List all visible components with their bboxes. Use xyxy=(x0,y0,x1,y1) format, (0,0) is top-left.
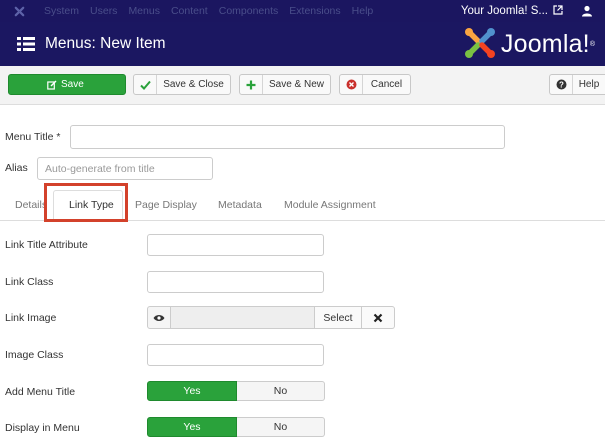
menu-components[interactable]: Components xyxy=(219,5,279,17)
trademark-mark: ® xyxy=(589,40,595,48)
add-menu-title-no[interactable]: No xyxy=(237,381,325,401)
check-icon xyxy=(134,75,157,94)
link-class-input[interactable] xyxy=(147,271,324,293)
add-menu-title-toggle: Yes No xyxy=(147,381,325,401)
image-select-button[interactable]: Select xyxy=(314,306,362,329)
save-label: Save xyxy=(61,79,84,90)
add-menu-title-label: Add Menu Title xyxy=(5,386,76,398)
cancel-button[interactable]: Cancel xyxy=(339,74,411,95)
link-title-attribute-input[interactable] xyxy=(147,234,324,256)
display-in-menu-toggle: Yes No xyxy=(147,417,325,437)
highlight-annotation-box xyxy=(44,183,128,222)
edit-icon xyxy=(47,75,57,94)
save-button[interactable]: Save xyxy=(8,74,126,95)
joomla-brand-icon xyxy=(463,26,497,63)
link-class-label: Link Class xyxy=(5,276,54,288)
site-link-area: Your Joomla! S... xyxy=(461,4,605,18)
image-class-label: Image Class xyxy=(5,349,64,361)
save-close-button[interactable]: Save & Close xyxy=(133,74,231,95)
user-icon[interactable] xyxy=(581,5,593,17)
help-button[interactable]: ? Help xyxy=(549,74,605,95)
menu-menus[interactable]: Menus xyxy=(128,5,160,17)
eye-preview-icon[interactable] xyxy=(147,306,171,329)
close-icon xyxy=(373,313,383,322)
display-in-menu-yes[interactable]: Yes xyxy=(147,417,237,437)
tab-module-assignment[interactable]: Module Assignment xyxy=(284,199,376,211)
save-new-button[interactable]: Save & New xyxy=(239,74,331,95)
cancel-circle-icon xyxy=(340,75,363,94)
site-link[interactable]: Your Joomla! S... xyxy=(461,5,548,17)
menu-title-label: Menu Title * xyxy=(5,131,61,143)
save-close-label: Save & Close xyxy=(163,79,224,90)
link-image-field: Select xyxy=(147,306,395,329)
page-header: Menus: New Item Joomla! ® xyxy=(0,22,605,66)
external-link-icon[interactable] xyxy=(553,4,563,18)
menu-content[interactable]: Content xyxy=(171,5,208,17)
link-image-label: Link Image xyxy=(5,312,57,324)
joomla-brand-text: Joomla! xyxy=(500,29,590,58)
link-image-path xyxy=(171,306,314,329)
tab-details[interactable]: Details xyxy=(15,199,47,211)
question-icon: ? xyxy=(550,75,573,94)
toolbar: Save Save & Close Save & New Cancel ? He… xyxy=(0,66,605,105)
joomla-logo-icon[interactable] xyxy=(12,4,26,18)
display-in-menu-no[interactable]: No xyxy=(237,417,325,437)
menu-system[interactable]: System xyxy=(44,5,79,17)
page-title: Menus: New Item xyxy=(45,35,166,52)
save-new-label: Save & New xyxy=(268,79,325,90)
menu-users[interactable]: Users xyxy=(90,5,117,17)
svg-text:?: ? xyxy=(559,81,564,90)
add-menu-title-yes[interactable]: Yes xyxy=(147,381,237,401)
image-class-input[interactable] xyxy=(147,344,324,366)
top-navbar: System Users Menus Content Components Ex… xyxy=(0,0,605,22)
alias-label: Alias xyxy=(5,162,28,174)
link-title-attribute-label: Link Title Attribute xyxy=(5,239,88,251)
menu-title-input[interactable] xyxy=(70,125,505,149)
alias-input[interactable]: Auto-generate from title xyxy=(37,157,213,180)
list-icon xyxy=(17,36,35,52)
display-in-menu-label: Display in Menu xyxy=(5,422,80,434)
menu-extensions[interactable]: Extensions xyxy=(289,5,340,17)
menu-help[interactable]: Help xyxy=(352,5,374,17)
help-label: Help xyxy=(578,79,600,90)
top-menu: System Users Menus Content Components Ex… xyxy=(44,5,384,17)
clear-image-button[interactable] xyxy=(362,306,395,329)
tab-metadata[interactable]: Metadata xyxy=(218,199,262,211)
cancel-label: Cancel xyxy=(370,79,403,90)
plus-icon xyxy=(240,75,263,94)
tab-page-display[interactable]: Page Display xyxy=(135,199,197,211)
joomla-brand: Joomla! ® xyxy=(463,26,595,63)
